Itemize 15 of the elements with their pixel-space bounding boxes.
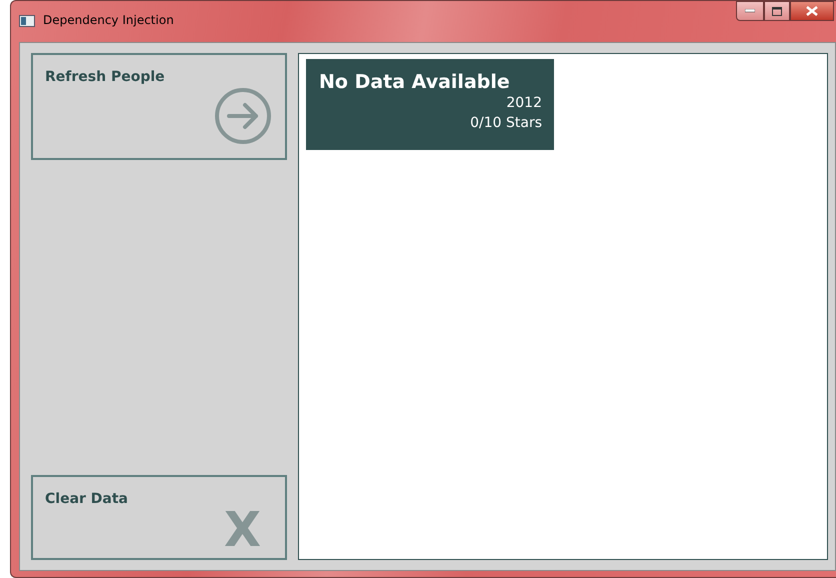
tile-rating: 0/10 Stars — [470, 114, 542, 133]
data-tile[interactable]: No Data Available 2012 0/10 Stars — [306, 59, 554, 150]
app-icon — [19, 15, 35, 27]
maximize-button[interactable] — [764, 1, 790, 21]
tile-title: No Data Available — [319, 71, 511, 93]
maximize-icon — [772, 6, 782, 16]
window-title: Dependency Injection — [43, 13, 175, 27]
tile-year: 2012 — [506, 94, 542, 113]
arrow-circle-icon — [213, 86, 273, 146]
minimize-button[interactable] — [736, 1, 764, 21]
refresh-button[interactable]: Refresh People — [31, 53, 287, 160]
clear-button[interactable]: Clear Data X — [31, 475, 287, 560]
close-button[interactable] — [790, 1, 834, 21]
minimize-icon — [745, 9, 755, 13]
close-icon — [806, 6, 818, 16]
